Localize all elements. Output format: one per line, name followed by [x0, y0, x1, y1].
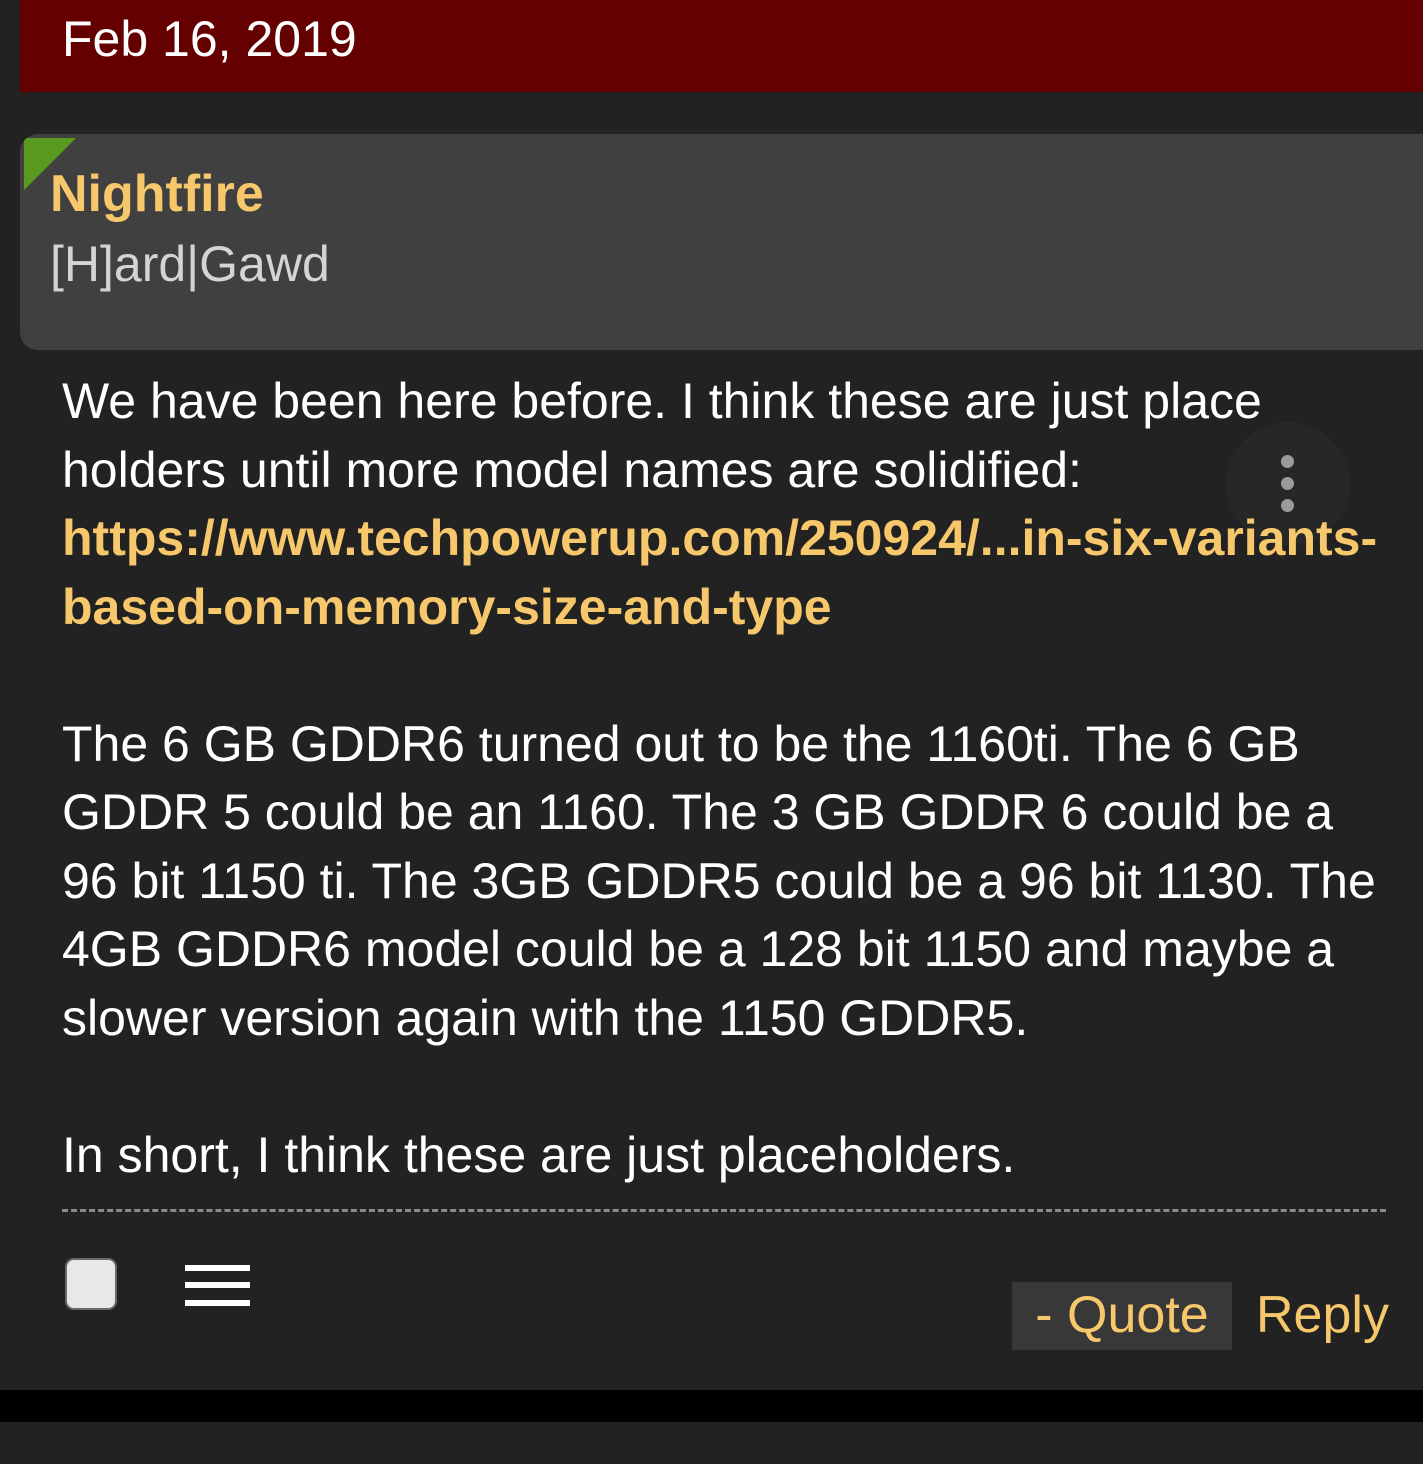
post-date: Feb 16, 2019: [62, 11, 357, 67]
post-body: We have been here before. I think these …: [62, 367, 1382, 1189]
post-link[interactable]: https://www.techpowerup.com/250924/...in…: [62, 510, 1377, 635]
quote-button[interactable]: - Quote: [1012, 1282, 1232, 1350]
post-divider: [62, 1209, 1386, 1212]
author-title: [H]ard|Gawd: [50, 236, 330, 292]
hamburger-menu-icon[interactable]: [185, 1265, 250, 1307]
more-options-button[interactable]: [1226, 422, 1350, 546]
post-separator: [0, 1390, 1423, 1422]
author-name[interactable]: Nightfire: [50, 164, 264, 224]
select-post-checkbox[interactable]: [65, 1258, 117, 1310]
next-post-area: [0, 1422, 1423, 1464]
post-paragraph: In short, I think these are just placeho…: [62, 1126, 1016, 1183]
author-card: Nightfire [H]ard|Gawd: [20, 134, 1423, 350]
post-date-bar: Feb 16, 2019: [20, 0, 1423, 92]
post-intro-text: We have been here before. I think these …: [62, 373, 1262, 498]
post-intro: We have been here before. I think these …: [62, 367, 1382, 641]
post-paragraph: The 6 GB GDDR6 turned out to be the 1160…: [62, 715, 1376, 1046]
reply-button[interactable]: Reply: [1256, 1282, 1389, 1352]
